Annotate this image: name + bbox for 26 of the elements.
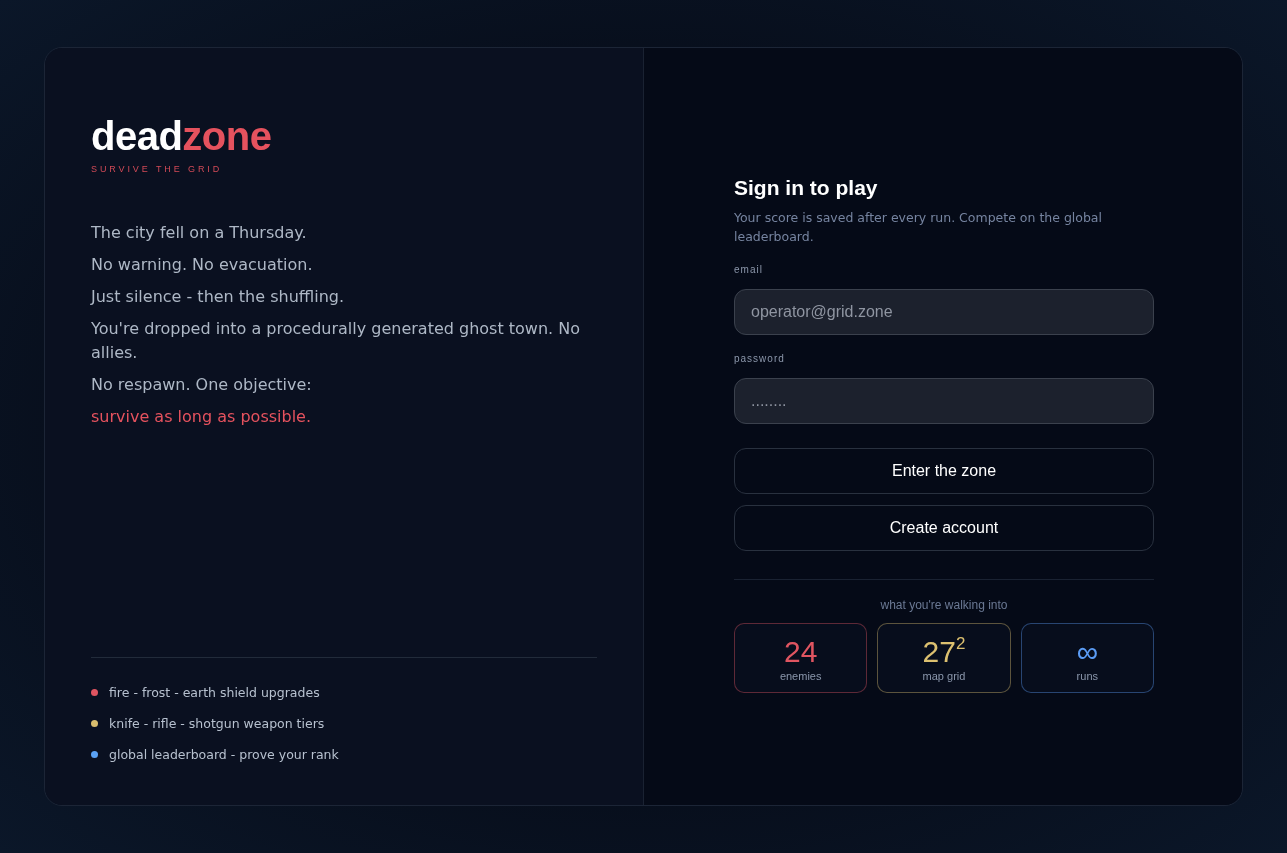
stat-value: ∞ <box>1076 634 1098 669</box>
story-line: No respawn. One objective: <box>91 374 313 396</box>
action-button[interactable]: Create account <box>734 505 1154 551</box>
feature-text: global leaderboard - prove your rank <box>109 747 339 762</box>
story-line: No warning. No evacuation. <box>91 254 314 276</box>
tagline: SURVIVE THE GRID <box>91 164 223 174</box>
highlighted-story-line: survive as long as possible. <box>91 406 313 428</box>
story-line: The city fell on a Thursday. <box>91 222 308 244</box>
logo-wordmark: deadzone <box>91 114 272 158</box>
feature-text: knife - rifle - shotgun weapon tiers <box>109 716 325 731</box>
field-label: password <box>734 353 785 364</box>
stat-value: 24 <box>783 634 818 669</box>
field-label: email <box>734 264 763 275</box>
story-line: Just silence - then the shuffling. <box>91 286 346 308</box>
action-button[interactable]: Enter the zone <box>734 448 1154 494</box>
input-field[interactable]: operator@grid.zone <box>734 289 1154 335</box>
sign-in-subtitle: Your score is saved after every run. Compete on the global leaderboard. <box>734 209 1103 246</box>
input-field[interactable]: ........ <box>734 378 1154 424</box>
feature-text: fire - frost - earth shield upgrades <box>109 685 320 700</box>
stat-value: 27$^{2}$ <box>922 634 966 669</box>
stat-label: runs <box>1076 669 1098 682</box>
stats-caption: what you're walking into <box>880 598 1008 612</box>
stat-label: enemies <box>779 669 822 682</box>
sign-in-title: Sign in to play <box>734 175 878 201</box>
stat-label: map grid <box>922 669 966 682</box>
story-line: You're dropped into a procedurally generated ghost town. No allies. <box>91 318 581 364</box>
